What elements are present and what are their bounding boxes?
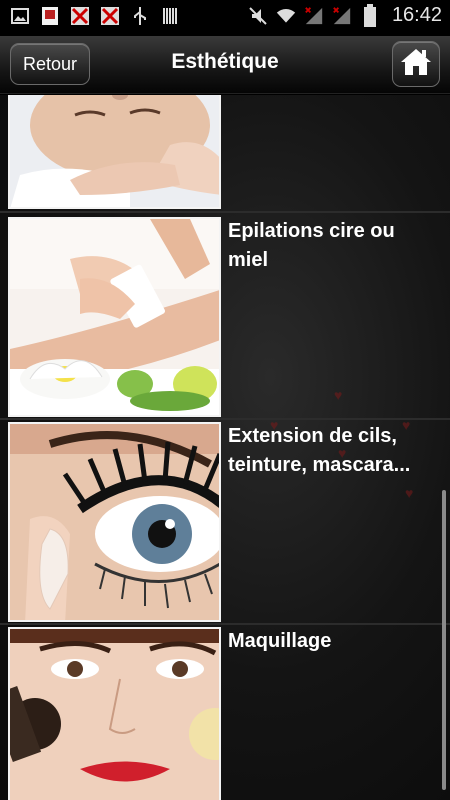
barcode-icon: [160, 6, 180, 26]
image-icon: [10, 6, 30, 26]
makeup-photo: [8, 627, 221, 800]
clock: 16:42: [391, 4, 442, 26]
app-icon: [40, 6, 60, 26]
action-bar: Retour Esthétique: [0, 36, 450, 94]
list-item[interactable]: Extension de cils, teinture, mascara...: [0, 420, 450, 625]
waxing-photo: [8, 217, 221, 417]
missed-call-icon: [100, 6, 120, 26]
list-item-label: Extension de cils, teinture, mascara...: [228, 425, 411, 476]
page-title: Esthétique: [171, 50, 279, 73]
usb-icon: [130, 6, 150, 26]
signal-icon: [304, 6, 324, 26]
mute-icon: [248, 6, 268, 26]
status-bar: 16:42: [0, 0, 450, 36]
list-item[interactable]: Epilations cire ou miel: [0, 215, 450, 420]
scrollbar[interactable]: [442, 490, 446, 790]
list-item-label: Maquillage: [228, 630, 332, 652]
face-care-photo: [8, 95, 221, 209]
home-button[interactable]: [392, 41, 440, 87]
wifi-icon: [276, 6, 296, 26]
list-item-label: Epilations cire ou miel: [228, 220, 395, 271]
eyelash-photo: [8, 422, 221, 622]
missed-call-icon: [70, 6, 90, 26]
category-list[interactable]: ♥ ♥ ♥ ♥ ♥ Epilations cire ou miel Extens…: [0, 95, 450, 800]
battery-icon: [360, 3, 380, 27]
list-item[interactable]: [0, 95, 450, 213]
signal-icon: [332, 6, 352, 26]
home-icon: [400, 47, 432, 82]
list-item[interactable]: Maquillage: [0, 625, 450, 800]
